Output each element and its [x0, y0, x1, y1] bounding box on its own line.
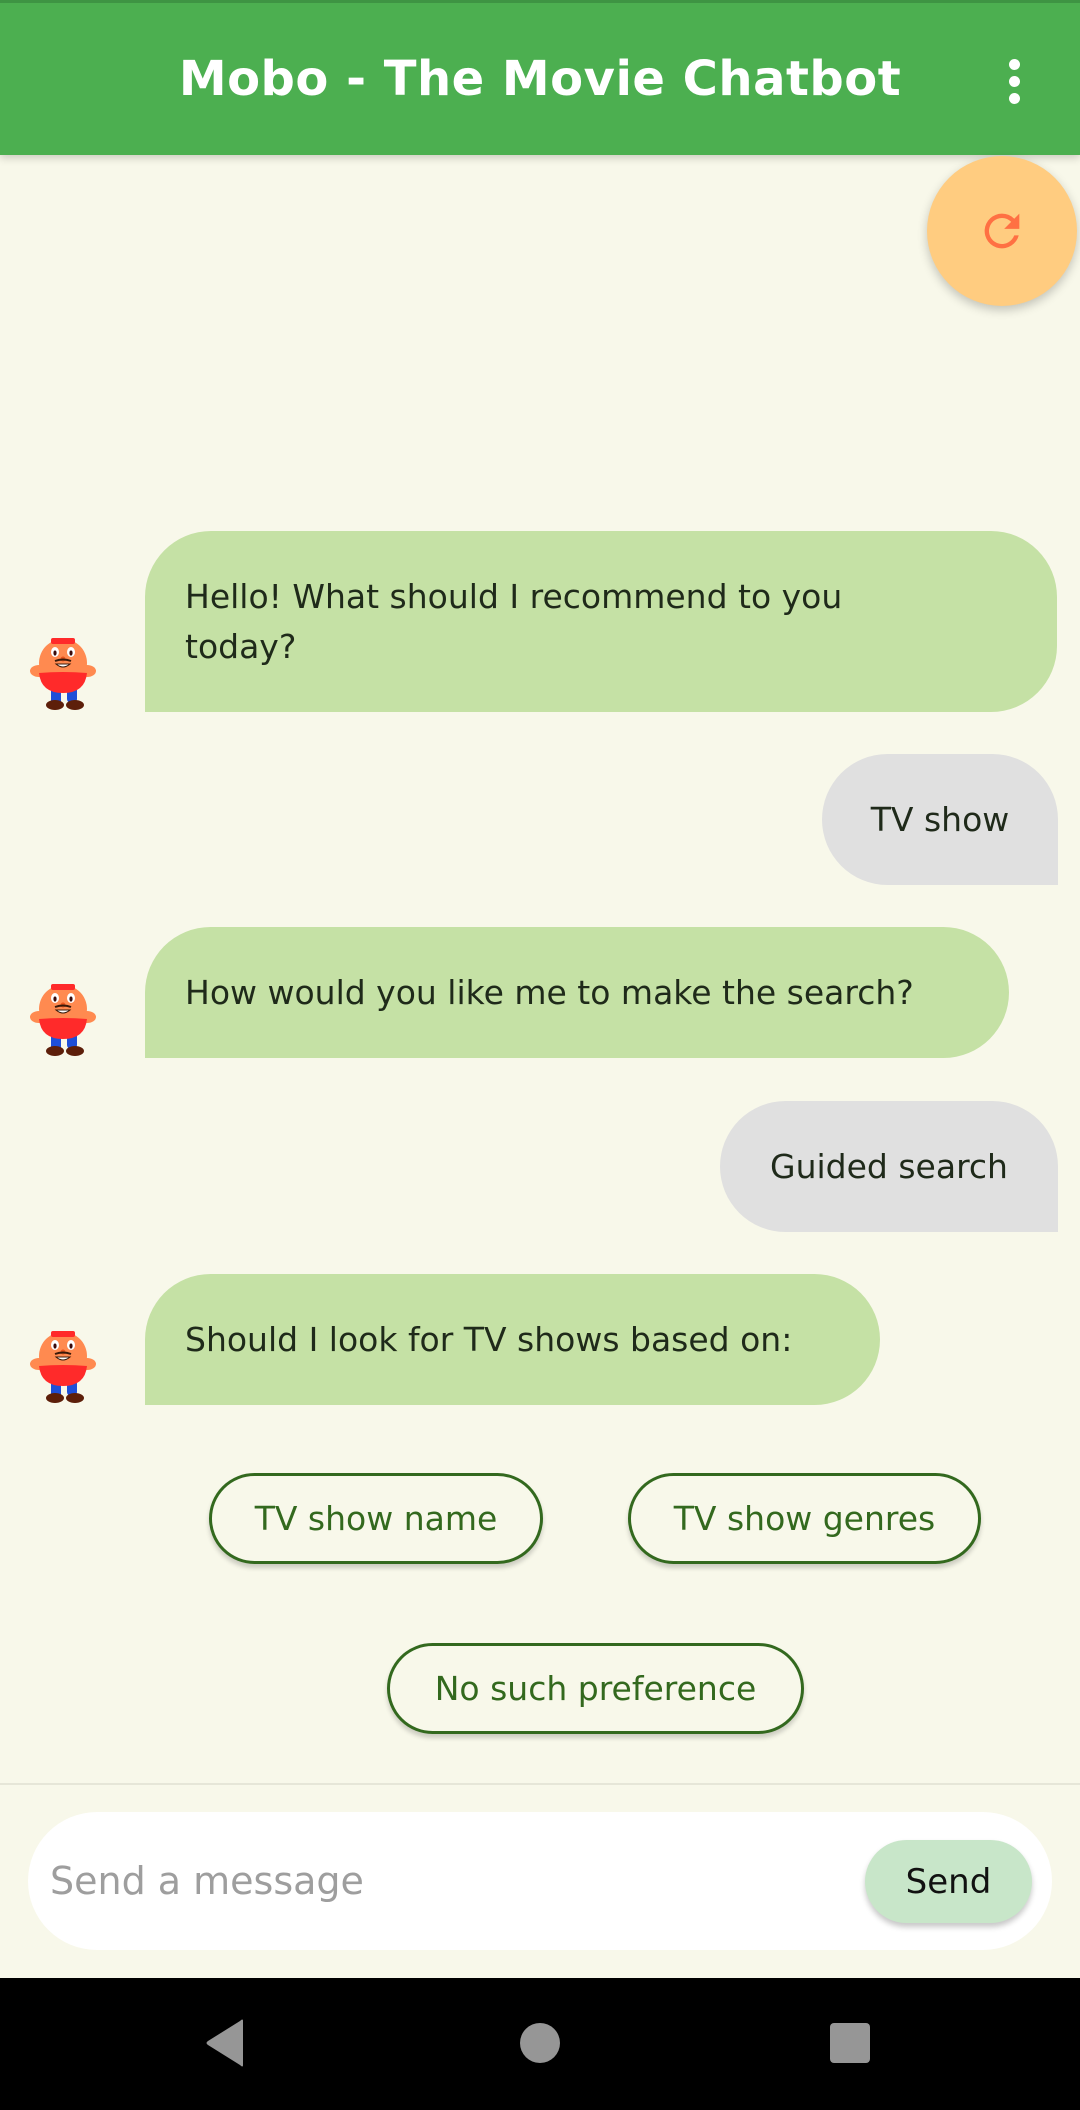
refresh-icon: [984, 213, 1020, 249]
app-title: Mobo - The Movie Chatbot: [178, 51, 902, 107]
nav-back-button[interactable]: [180, 2008, 270, 2078]
more-vert-icon-dot: [1008, 92, 1020, 104]
message-composer: Send a message Send: [28, 1812, 1052, 1950]
bot-message: How would you like me to make the search…: [145, 927, 1009, 1058]
chip-label: No such preference: [434, 1669, 757, 1708]
system-nav-bar: [0, 1978, 1080, 2110]
message-text: Guided search: [770, 1146, 1008, 1186]
user-message: TV show: [822, 754, 1058, 885]
recents-icon: [830, 2023, 870, 2063]
refresh-button[interactable]: [927, 156, 1077, 306]
quick-reply-tv-show-genres[interactable]: TV show genres: [628, 1473, 981, 1564]
chip-label: TV show name: [254, 1499, 498, 1538]
bot-avatar: [30, 638, 96, 710]
chip-label: TV show genres: [673, 1499, 936, 1538]
nav-recents-button[interactable]: [805, 2008, 895, 2078]
user-message: Guided search: [720, 1101, 1058, 1232]
message-text: TV show: [870, 799, 1010, 839]
message-input[interactable]: Send a message: [50, 1812, 830, 1950]
more-vert-icon-dot: [1008, 75, 1020, 87]
quick-reply-no-preference[interactable]: No such preference: [387, 1643, 804, 1734]
mobo-mascot-icon: [30, 638, 96, 710]
bot-avatar: [30, 984, 96, 1056]
quick-reply-tv-show-name[interactable]: TV show name: [209, 1473, 543, 1564]
send-button-label: Send: [905, 1861, 992, 1902]
bot-avatar: [30, 1331, 96, 1403]
app-bar: Mobo - The Movie Chatbot: [0, 0, 1080, 155]
mobo-mascot-icon: [30, 1331, 96, 1403]
back-icon: [206, 2019, 243, 2067]
home-icon: [520, 2023, 560, 2063]
bot-message: Hello! What should I recommend to you to…: [145, 531, 1057, 712]
overflow-menu-button[interactable]: [990, 53, 1038, 109]
bot-message: Should I look for TV shows based on:: [145, 1274, 880, 1405]
send-button[interactable]: Send: [865, 1840, 1032, 1923]
mobo-mascot-icon: [30, 984, 96, 1056]
message-text: How would you like me to make the search…: [185, 972, 914, 1012]
message-text: Hello! What should I recommend to you to…: [185, 576, 843, 666]
composer-divider: [0, 1783, 1080, 1785]
more-vert-icon: [1008, 58, 1020, 70]
message-input-placeholder: Send a message: [50, 1859, 364, 1903]
nav-home-button[interactable]: [495, 2008, 585, 2078]
message-text: Should I look for TV shows based on:: [185, 1319, 793, 1359]
